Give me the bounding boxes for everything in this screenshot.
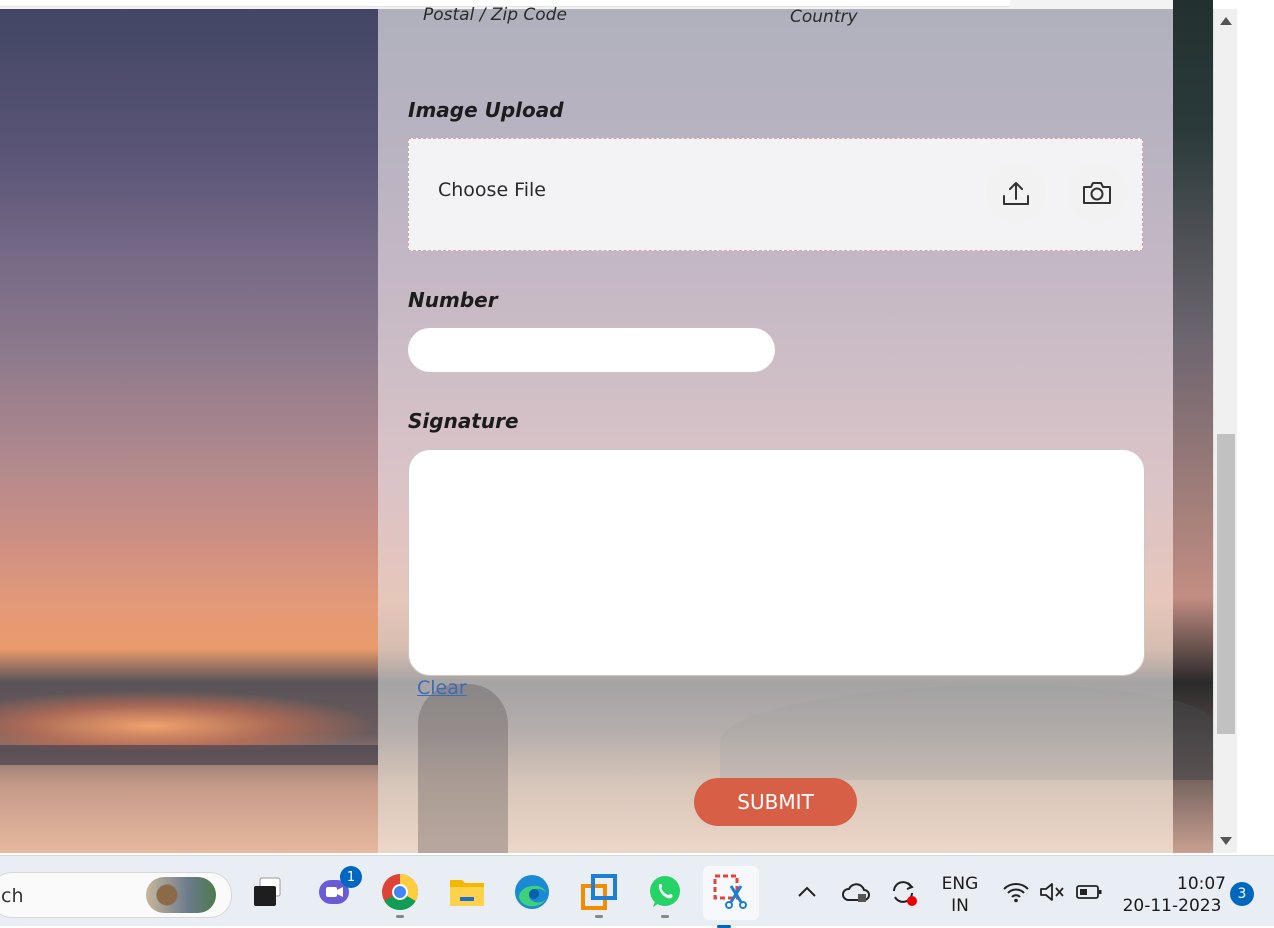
battery-button[interactable] <box>1069 872 1109 912</box>
page-scrollbar[interactable] <box>1213 9 1238 853</box>
country-sublabel: Country <box>790 7 858 27</box>
whatsapp-button[interactable] <box>645 872 685 918</box>
chevron-up-icon <box>798 886 816 897</box>
clock-date: 20-11-2023 <box>1122 896 1222 916</box>
browser-top-strip <box>0 0 1213 9</box>
upload-icon <box>1003 182 1029 205</box>
virtualbox-icon <box>581 874 617 910</box>
cloud-icon <box>842 883 870 902</box>
volume-muted-icon <box>1040 883 1064 901</box>
snipping-tool-button[interactable] <box>703 866 759 928</box>
camera-button[interactable] <box>1067 163 1127 223</box>
signature-label: Signature <box>408 409 519 433</box>
language-indicator[interactable]: ENG IN <box>936 873 984 917</box>
wifi-icon <box>1003 883 1029 903</box>
edge-button[interactable] <box>512 872 552 912</box>
snipping-tool-icon <box>713 874 747 909</box>
scroll-thumb[interactable] <box>1217 434 1235 734</box>
whatsapp-icon <box>650 876 680 907</box>
volume-button[interactable] <box>1032 872 1072 912</box>
task-view-button[interactable] <box>247 872 287 912</box>
clear-signature-link[interactable]: Clear <box>417 677 467 699</box>
background-person-silhouette <box>418 684 508 853</box>
chrome-icon <box>382 874 419 911</box>
search-text: ch <box>1 885 24 907</box>
image-upload-label: Image Upload <box>408 98 564 122</box>
virtualbox-button[interactable] <box>579 872 619 918</box>
sync-icon <box>893 881 917 906</box>
language-region: IN <box>951 896 969 916</box>
postal-code-sublabel: Postal / Zip Code <box>423 5 567 25</box>
background-horizon <box>0 745 378 765</box>
background-sunset <box>0 690 378 750</box>
show-hidden-icons-button[interactable] <box>787 872 827 912</box>
scroll-down-arrow-icon[interactable] <box>1220 837 1232 845</box>
form-panel: Postal / Zip Code Country Image Upload C… <box>378 5 1173 853</box>
submit-button[interactable]: SUBMIT <box>694 778 857 826</box>
chrome-button[interactable] <box>380 872 420 918</box>
scroll-up-arrow-icon[interactable] <box>1220 17 1232 25</box>
number-input[interactable] <box>408 328 775 372</box>
video-chat-button[interactable]: 1 <box>314 866 362 912</box>
taskbar-search-box[interactable]: ch <box>0 872 232 918</box>
signature-pad[interactable] <box>408 449 1145 676</box>
number-label: Number <box>408 288 498 312</box>
sync-status-button[interactable] <box>883 872 923 912</box>
window-right-edge <box>1237 0 1274 855</box>
wifi-button[interactable] <box>996 872 1036 912</box>
clock-time: 10:07 <box>1177 874 1226 894</box>
search-highlight-image[interactable] <box>146 877 216 913</box>
language-code: ENG <box>941 874 979 894</box>
onedrive-button[interactable] <box>835 872 875 912</box>
image-upload-dropzone[interactable]: Choose File <box>408 138 1143 251</box>
battery-icon <box>1076 885 1102 899</box>
task-view-icon <box>254 877 281 906</box>
video-chat-badge: 1 <box>340 866 362 888</box>
taskbar: ch 1 ENG IN 10:07 20-11-2023 3 <box>0 855 1274 928</box>
upload-button[interactable] <box>986 163 1046 223</box>
browser-viewport: Postal / Zip Code Country Image Upload C… <box>0 0 1213 853</box>
file-explorer-button[interactable] <box>447 872 487 912</box>
notification-badge[interactable]: 3 <box>1230 882 1254 906</box>
folder-icon <box>450 880 484 906</box>
choose-file-label[interactable]: Choose File <box>438 179 546 201</box>
clock[interactable]: 10:07 20-11-2023 <box>1118 873 1226 917</box>
edge-icon <box>515 875 549 909</box>
camera-icon <box>1083 182 1111 204</box>
